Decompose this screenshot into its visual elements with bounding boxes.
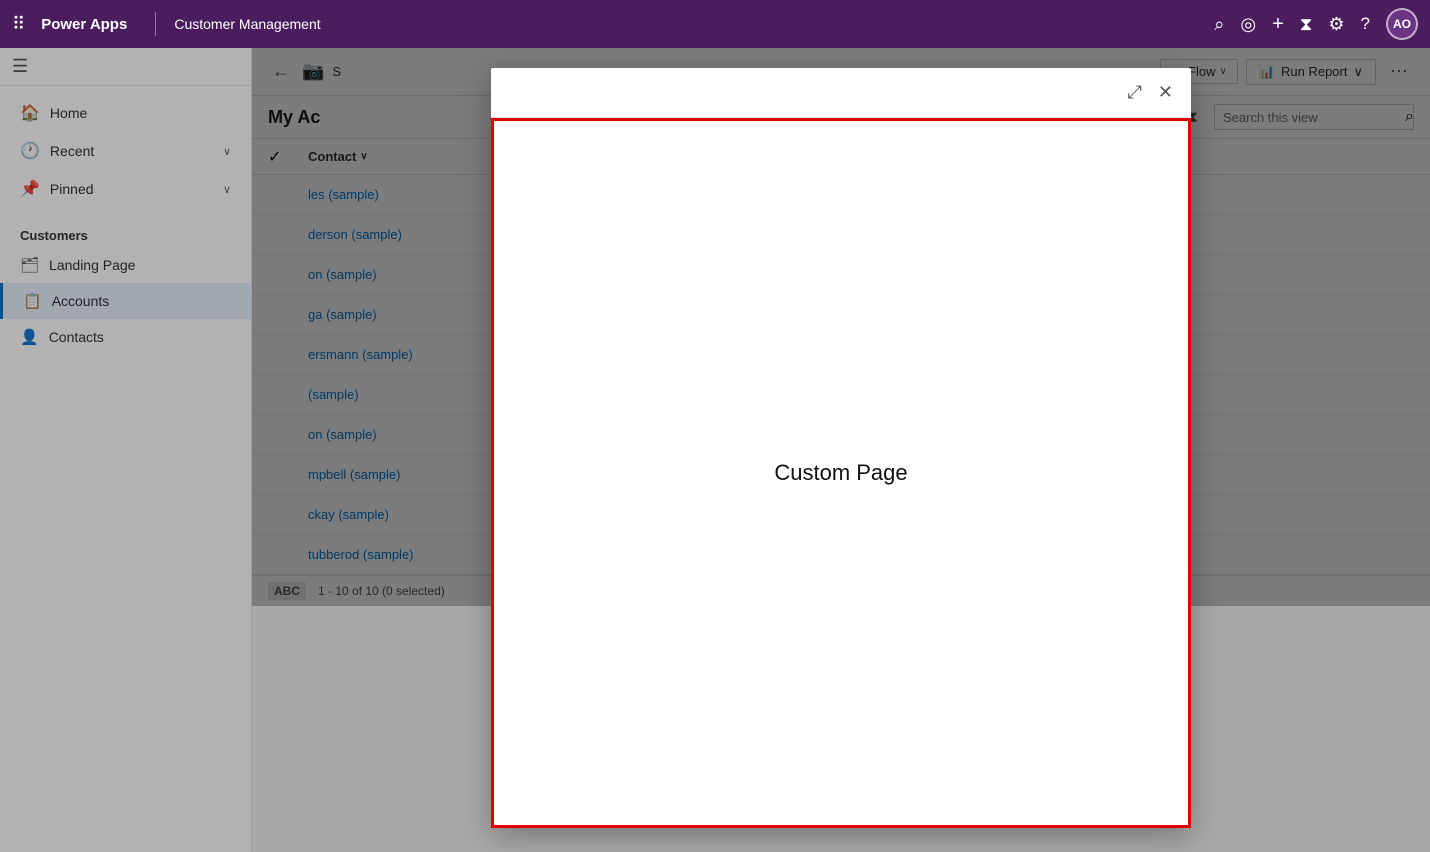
help-icon[interactable]: ? — [1361, 14, 1370, 34]
modal-expand-button[interactable]: ⤢ — [1124, 78, 1146, 107]
sidebar-item-recent[interactable]: 🕐 Recent ∨ — [0, 132, 251, 170]
avatar[interactable]: AO — [1386, 8, 1418, 40]
sidebar-item-landing-page-label: Landing Page — [49, 257, 135, 273]
recent-chevron: ∨ — [223, 145, 231, 158]
sidebar-item-contacts-label: Contacts — [49, 329, 104, 345]
waffle-icon[interactable]: ⠿ — [12, 14, 25, 35]
sidebar-item-accounts[interactable]: 📋 Accounts — [0, 283, 251, 319]
modal-toolbar: ⤢ ✕ — [491, 68, 1191, 118]
modal-close-button[interactable]: ✕ — [1154, 78, 1177, 107]
content-area: ← 📷 S ↔ Flow ∨ 📊 Run Report ∨ ⋯ My Ac — [252, 48, 1430, 852]
customers-section-label: Customers — [0, 216, 251, 247]
sidebar-item-landing-page[interactable]: 🗂 Landing Page — [0, 247, 251, 283]
sidebar-item-home[interactable]: 🏠 Home — [0, 94, 251, 132]
home-icon: 🏠 — [20, 103, 40, 123]
nav-divider — [155, 12, 156, 36]
pinned-chevron: ∨ — [223, 183, 231, 196]
sidebar: ☰ 🏠 Home 🕐 Recent ∨ 📌 Pinned ∨ Customers… — [0, 48, 252, 852]
recent-icon: 🕐 — [20, 141, 40, 161]
modal-body: Custom Page — [491, 118, 1191, 828]
pinned-icon: 📌 — [20, 179, 40, 199]
accounts-icon: 📋 — [23, 292, 42, 310]
sidebar-item-pinned-label: Pinned — [50, 181, 94, 197]
add-icon[interactable]: + — [1272, 13, 1284, 36]
modal-dialog: ⤢ ✕ Custom Page — [491, 68, 1191, 828]
hamburger-icon[interactable]: ☰ — [12, 56, 28, 77]
settings-icon[interactable]: ⚙ — [1328, 14, 1344, 35]
app-title: Customer Management — [174, 16, 1204, 32]
sidebar-item-accounts-label: Accounts — [52, 293, 110, 309]
custom-page-text: Custom Page — [774, 460, 907, 486]
sidebar-item-pinned[interactable]: 📌 Pinned ∨ — [0, 170, 251, 208]
modal-overlay[interactable]: ⤢ ✕ Custom Page — [252, 48, 1430, 852]
landing-page-icon: 🗂 — [20, 256, 39, 274]
filter-icon[interactable]: ⧗ — [1300, 14, 1313, 35]
app-name: Power Apps — [41, 16, 127, 33]
sidebar-item-contacts[interactable]: 👤 Contacts — [0, 319, 251, 355]
search-icon[interactable]: ⌕ — [1214, 14, 1224, 35]
sidebar-nav-items: 🏠 Home 🕐 Recent ∨ 📌 Pinned ∨ — [0, 86, 251, 216]
sidebar-item-home-label: Home — [50, 105, 87, 121]
top-nav-icons: ⌕ ◎ + ⧗ ⚙ ? AO — [1214, 8, 1418, 40]
contacts-icon: 👤 — [20, 328, 39, 346]
sidebar-item-recent-label: Recent — [50, 143, 94, 159]
main-layout: ☰ 🏠 Home 🕐 Recent ∨ 📌 Pinned ∨ Customers… — [0, 48, 1430, 852]
target-icon[interactable]: ◎ — [1240, 14, 1256, 35]
top-navigation: ⠿ Power Apps Customer Management ⌕ ◎ + ⧗… — [0, 0, 1430, 48]
sidebar-top: ☰ — [0, 48, 251, 86]
